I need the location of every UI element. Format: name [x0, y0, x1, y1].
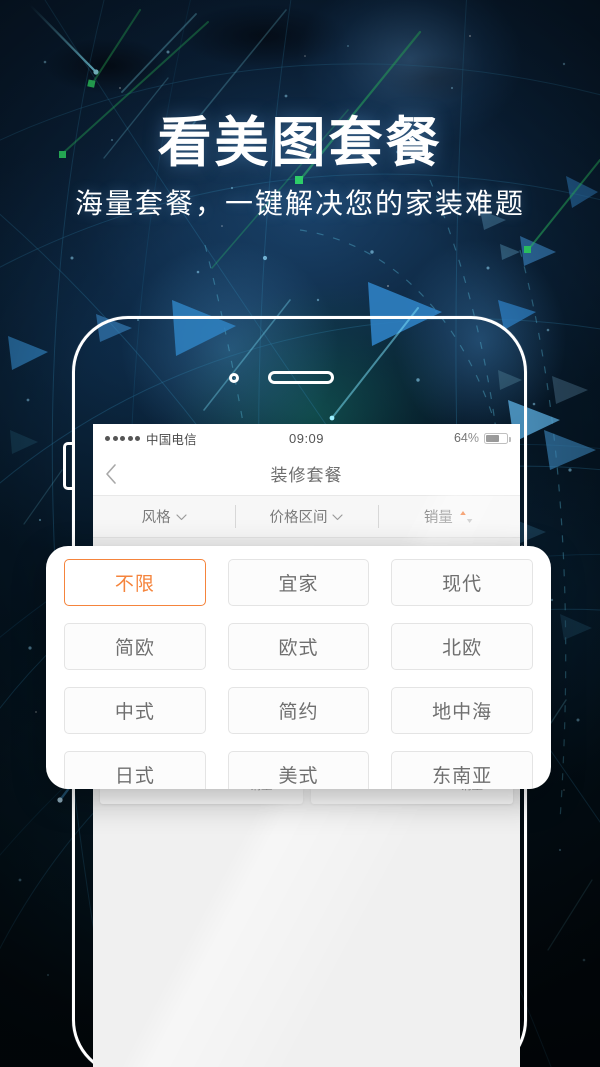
style-option-southeast-asian[interactable]: 东南亚 — [391, 751, 533, 789]
style-option-european[interactable]: 欧式 — [227, 623, 370, 670]
status-time: 09:09 — [288, 430, 325, 446]
filter-style-label: 风格 — [141, 510, 171, 526]
style-filter-panel: 不限 宜家 现代 简欧 欧式 北欧 中式 简约 地中海 日式 美式 东南亚 — [46, 546, 551, 789]
style-option-japanese[interactable]: 日式 — [64, 751, 206, 789]
nav-title: 装修套餐 — [270, 466, 343, 485]
battery-icon — [484, 432, 511, 444]
phone-earpiece — [268, 371, 334, 384]
style-option-ikea[interactable]: 宜家 — [227, 559, 370, 606]
carrier-label: 中国电信 — [146, 432, 197, 447]
filter-sales-sort[interactable]: 销量 — [377, 496, 520, 537]
battery-percent-label: 64% — [453, 431, 480, 445]
style-option-all[interactable]: 不限 — [64, 559, 206, 606]
style-option-nordic[interactable]: 北欧 — [391, 623, 533, 670]
chevron-down-icon — [176, 509, 187, 525]
page-title: 看美图套餐 — [157, 113, 443, 173]
page-subtitle: 海量套餐，一键解决您的家装难题 — [74, 188, 525, 219]
filter-price-label: 价格区间 — [269, 510, 328, 526]
chevron-left-icon — [106, 463, 116, 484]
filter-style[interactable]: 风格 — [93, 496, 235, 537]
filter-bar: 风格 价格区间 销量 — [93, 496, 520, 538]
status-bar: 中国电信 09:09 64% — [93, 424, 520, 452]
sort-arrows-icon — [459, 510, 474, 524]
back-button[interactable] — [105, 452, 139, 495]
style-option-chinese[interactable]: 中式 — [64, 687, 206, 734]
phone-front-camera-icon — [229, 373, 239, 383]
chevron-down-icon — [332, 509, 344, 525]
style-options-grid: 不限 宜家 现代 简欧 欧式 北欧 中式 简约 地中海 日式 美式 东南亚 — [64, 559, 533, 789]
style-option-simple-european[interactable]: 简欧 — [64, 623, 206, 670]
promo-screenshot: 看美图套餐 海量套餐，一键解决您的家装难题 中国电信 09:09 64% 装修套… — [0, 0, 600, 1067]
nav-bar: 装修套餐 — [93, 452, 520, 496]
style-option-american[interactable]: 美式 — [227, 751, 370, 789]
style-option-minimalist[interactable]: 简约 — [227, 687, 370, 734]
style-option-mediterranean[interactable]: 地中海 — [391, 687, 533, 734]
filter-price-range[interactable]: 价格区间 — [235, 496, 377, 537]
style-option-modern[interactable]: 现代 — [391, 559, 533, 606]
signal-strength-icon — [105, 435, 140, 441]
phone-side-button — [63, 442, 72, 490]
filter-sales-label: 销量 — [423, 510, 453, 526]
